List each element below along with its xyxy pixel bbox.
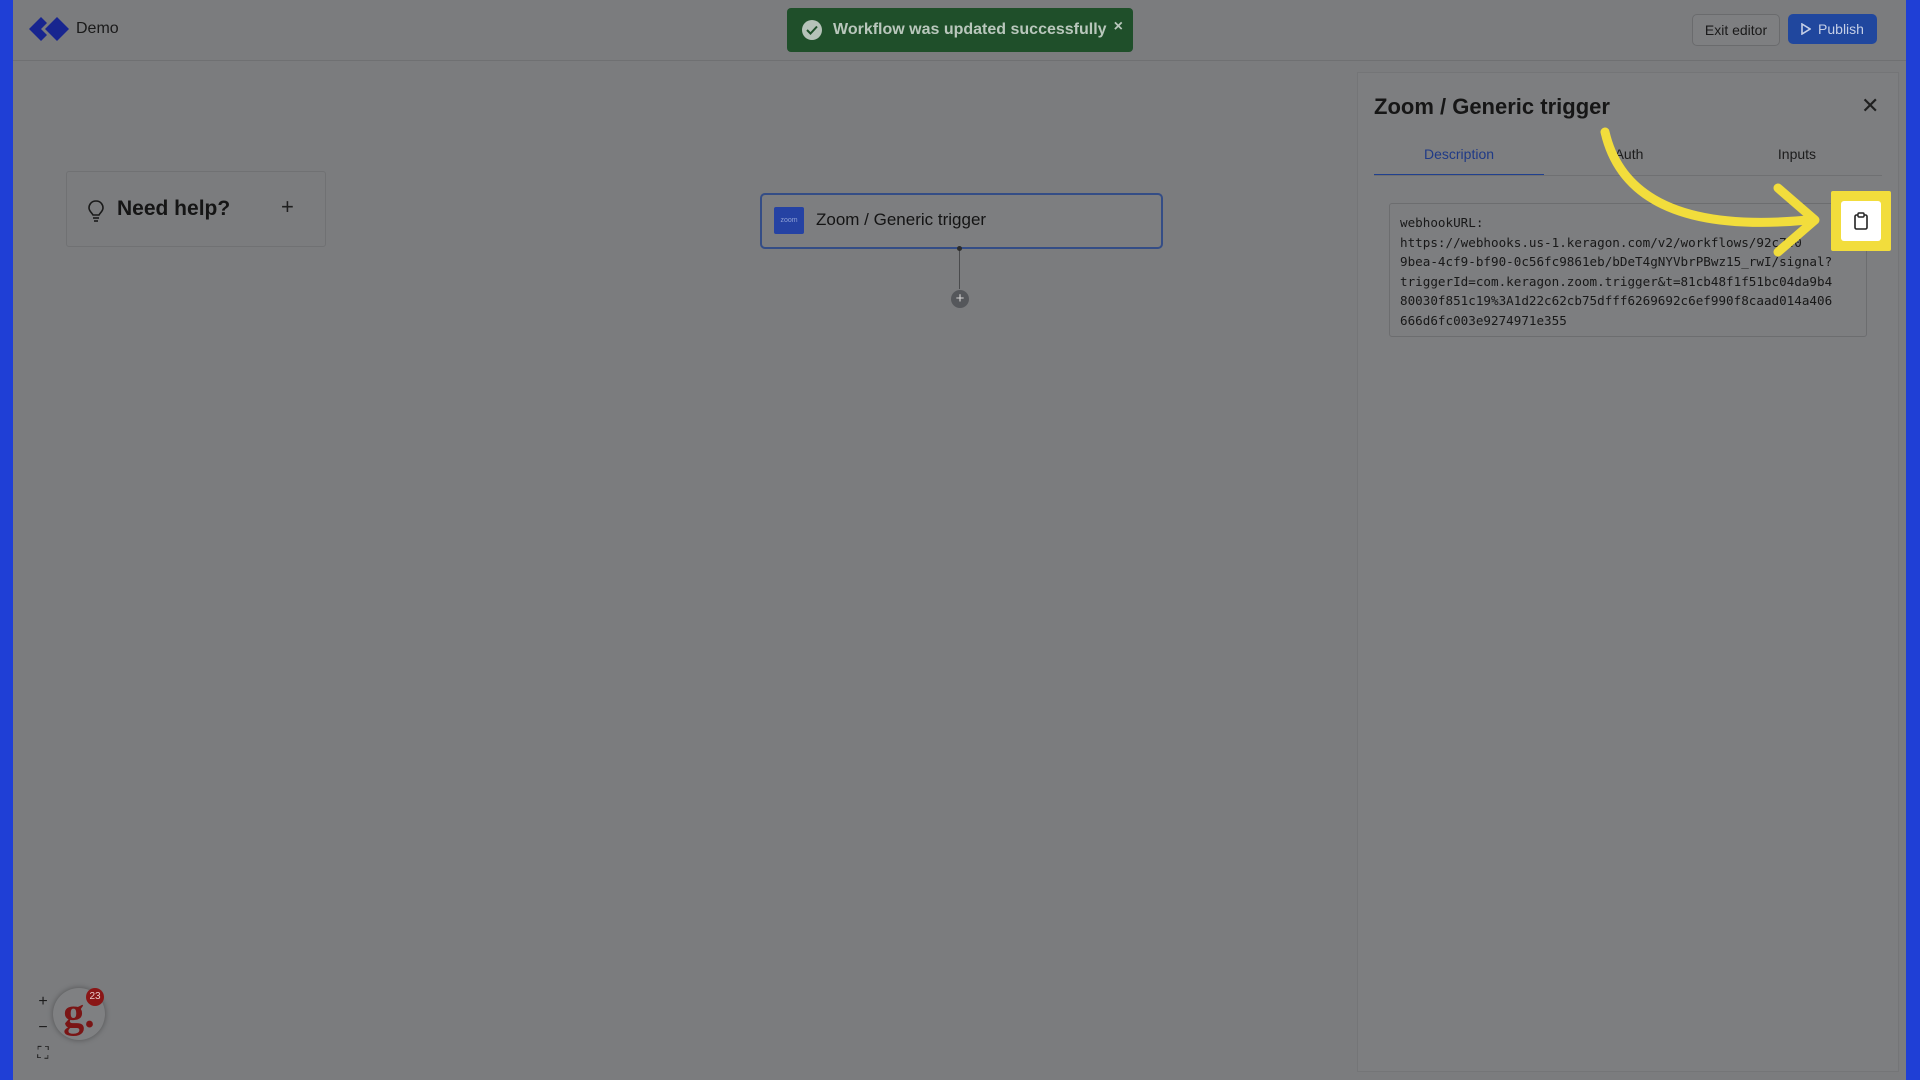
logo-icon[interactable]: [27, 14, 71, 44]
check-circle-icon: [802, 20, 822, 40]
lightbulb-icon: [88, 200, 104, 222]
need-help-label: Need help?: [117, 197, 231, 220]
panel-title: Zoom / Generic trigger: [1374, 94, 1610, 119]
zoom-controls: + − ⛶: [31, 990, 55, 1068]
node-connector: [959, 247, 960, 289]
fit-view-button[interactable]: ⛶: [31, 1042, 55, 1066]
close-panel-icon[interactable]: ✕: [1861, 93, 1879, 119]
play-icon: [1801, 23, 1812, 35]
zoom-logo-icon: zoom: [774, 207, 804, 234]
tab-description[interactable]: Description: [1374, 146, 1544, 176]
expand-help-icon[interactable]: +: [281, 194, 294, 220]
connector-dot: [957, 246, 962, 251]
add-step-button[interactable]: +: [951, 290, 969, 308]
exit-editor-button[interactable]: Exit editor: [1692, 14, 1780, 46]
notification-badge: 23: [86, 988, 104, 1006]
toast-message: Workflow was updated successfully: [833, 21, 1107, 38]
app-title: Demo: [76, 20, 119, 37]
copy-clipboard-button[interactable]: [1841, 201, 1881, 241]
zoom-out-button[interactable]: −: [31, 1016, 55, 1040]
need-help-card[interactable]: Need help? +: [66, 171, 326, 247]
toast-close-icon[interactable]: ×: [1114, 18, 1123, 36]
annotation-arrow-icon: [1600, 127, 1820, 257]
publish-label: Publish: [1818, 21, 1864, 37]
zoom-in-button[interactable]: +: [31, 990, 55, 1014]
clipboard-icon: [1854, 212, 1868, 230]
success-toast: Workflow was updated successfully ×: [787, 8, 1133, 52]
app-frame: Demo Exit editor Publish Workflow was up…: [13, 0, 1906, 1080]
publish-button[interactable]: Publish: [1788, 14, 1877, 44]
workflow-trigger-node[interactable]: zoom Zoom / Generic trigger: [760, 193, 1163, 249]
node-label: Zoom / Generic trigger: [816, 210, 987, 229]
